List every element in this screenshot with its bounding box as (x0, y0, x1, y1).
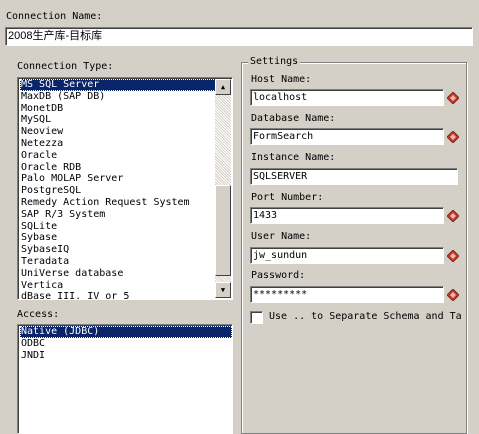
connection-name-input[interactable]: 2008生产库-目标库 (5, 27, 473, 46)
connection-type-item[interactable]: Remedy Action Request System (20, 197, 216, 209)
connection-name-label: Connection Name: (6, 11, 103, 22)
diamond-variable-icon[interactable] (446, 130, 459, 143)
separate-schema-label: Use .. to Separate Schema and Ta (269, 311, 462, 322)
password-label: Password: (251, 270, 306, 281)
user-name-label: User Name: (251, 231, 312, 242)
connection-type-item[interactable]: SybaseIQ (20, 244, 216, 256)
connection-type-item[interactable]: Teradata (20, 256, 216, 268)
host-name-input[interactable]: localhost (250, 89, 444, 106)
diamond-variable-icon[interactable] (446, 91, 459, 104)
instance-name-input[interactable]: SQLSERVER (250, 168, 458, 185)
connection-type-item[interactable]: dBase III, IV or 5 (20, 291, 216, 299)
connection-type-item[interactable]: Palo MOLAP Server (20, 173, 216, 185)
connection-type-item[interactable]: Sybase (20, 232, 216, 244)
access-label: Access: (17, 309, 60, 320)
arrow-up-icon[interactable]: ▲ (215, 79, 231, 95)
connection-type-item[interactable]: MonetDB (20, 103, 216, 115)
diamond-variable-icon[interactable] (446, 249, 459, 262)
separate-schema-checkbox[interactable] (250, 311, 263, 324)
settings-title: Settings (248, 56, 301, 68)
connection-type-item[interactable]: SQLite (20, 221, 216, 233)
database-name-label: Database Name: (251, 113, 336, 124)
connection-type-item[interactable]: MaxDB (SAP DB) (20, 91, 216, 103)
diamond-variable-icon[interactable] (446, 209, 459, 222)
password-input[interactable]: ********* (250, 286, 444, 303)
connection-type-item[interactable]: Oracle (20, 150, 216, 162)
connection-type-item[interactable]: UniVerse database (20, 268, 216, 280)
arrow-down-icon[interactable]: ▼ (215, 282, 231, 298)
connection-type-item[interactable]: Neoview (20, 126, 216, 138)
connection-type-item[interactable]: Vertica (20, 280, 216, 292)
connection-type-item[interactable]: PostgreSQL (20, 185, 216, 197)
connection-type-item[interactable]: MySQL (20, 114, 216, 126)
instance-name-label: Instance Name: (251, 152, 336, 163)
access-item[interactable]: JNDI (20, 350, 232, 362)
connection-type-item[interactable]: SAP R/3 System (20, 209, 216, 221)
user-name-input[interactable]: jw_sundun (250, 247, 444, 264)
connection-type-item[interactable]: Netezza (20, 138, 216, 150)
access-item[interactable]: ODBC (20, 338, 232, 350)
connection-type-label: Connection Type: (17, 61, 114, 72)
access-list[interactable]: Native (JDBC) ODBC JNDI (17, 324, 233, 434)
access-item[interactable]: Native (JDBC) (20, 326, 232, 338)
host-name-label: Host Name: (251, 74, 312, 85)
connection-type-scrollbar[interactable]: ▲ ▼ (215, 79, 231, 298)
diamond-variable-icon[interactable] (446, 288, 459, 301)
scrollbar-thumb[interactable] (215, 185, 231, 276)
database-name-input[interactable]: FormSearch (250, 128, 444, 145)
port-number-label: Port Number: (251, 192, 324, 203)
port-number-input[interactable]: 1433 (250, 207, 444, 224)
connection-type-list[interactable]: MS SQL Server MaxDB (SAP DB) MonetDB MySQL N… (17, 77, 233, 300)
connection-type-item[interactable]: Oracle RDB (20, 162, 216, 174)
connection-type-item[interactable]: MS SQL Server (20, 79, 216, 91)
